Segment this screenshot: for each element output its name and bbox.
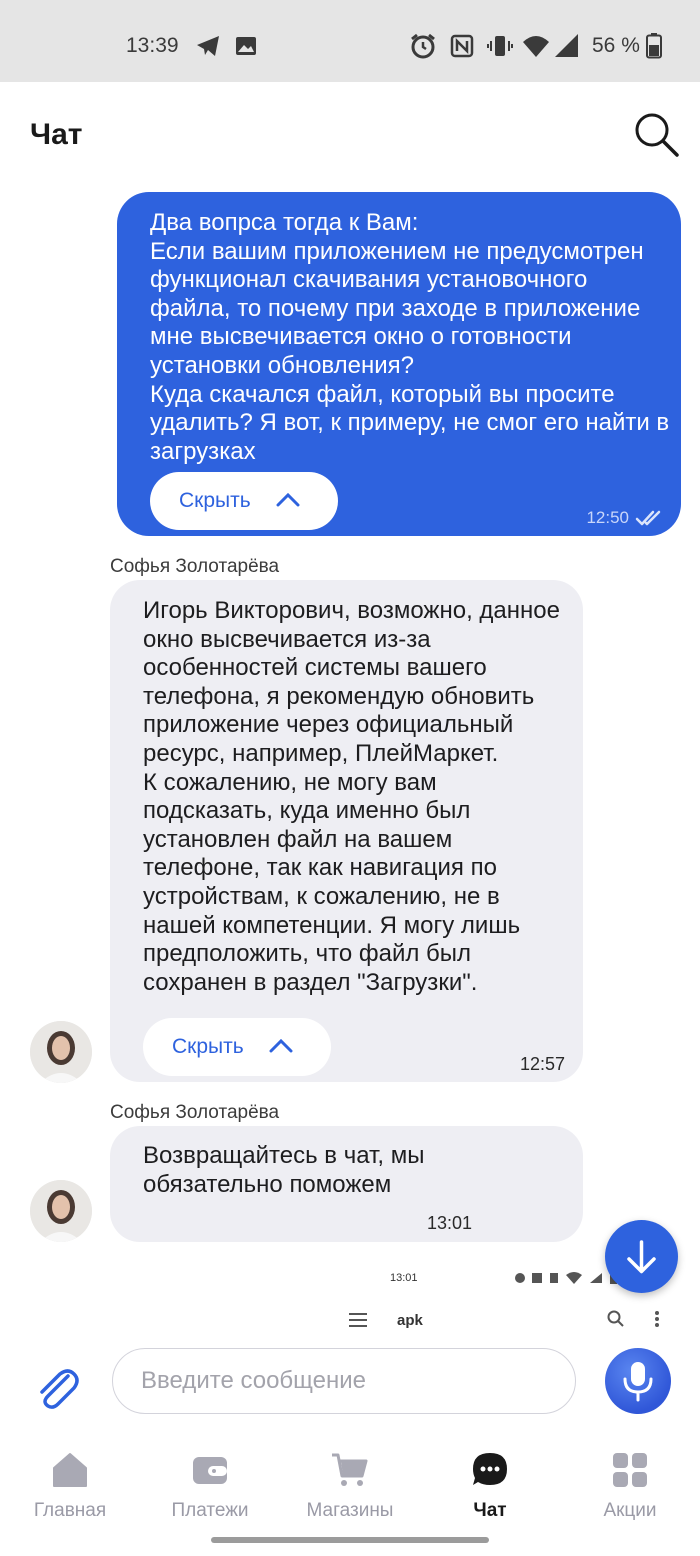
telegram-icon xyxy=(197,36,219,56)
wifi-icon xyxy=(523,36,549,57)
microphone-button[interactable] xyxy=(605,1348,671,1414)
chat-icon xyxy=(473,1453,507,1485)
preview-title: apk xyxy=(397,1312,423,1329)
microphone-icon xyxy=(623,1362,653,1402)
preview-search-icon xyxy=(607,1310,624,1327)
hide-label: Скрыть xyxy=(179,489,251,512)
more-icon xyxy=(655,1311,659,1327)
status-time: 13:39 xyxy=(126,34,179,57)
arrow-down-icon xyxy=(627,1240,656,1274)
menu-icon xyxy=(349,1313,367,1327)
home-indicator[interactable] xyxy=(211,1537,489,1543)
message-text: Игорь Викторович, возможно, данное окно … xyxy=(143,597,560,996)
alarm-icon xyxy=(411,33,435,59)
search-button[interactable] xyxy=(632,110,680,158)
message-input[interactable] xyxy=(112,1348,576,1414)
message-composer xyxy=(0,1340,700,1430)
sender-name: Софья Золотарёва xyxy=(110,1102,280,1123)
avatar-photo xyxy=(30,1180,92,1242)
nav-label: Чат xyxy=(473,1500,507,1521)
nav-item-promos[interactable]: Акции xyxy=(560,1430,700,1530)
nav-item-stores[interactable]: Магазины xyxy=(280,1430,420,1530)
battery-icon xyxy=(646,33,662,59)
vibrate-icon xyxy=(487,36,513,56)
nav-item-payments[interactable]: Платежи xyxy=(140,1430,280,1530)
paperclip-icon xyxy=(40,1369,79,1409)
preview-time: 13:01 xyxy=(390,1272,418,1284)
nfc-icon xyxy=(450,34,474,58)
message-time: 12:57 xyxy=(520,1054,566,1074)
message-text: Возвращайтесь в чат, мы обязательно помо… xyxy=(143,1142,432,1198)
message-time: 12:50 xyxy=(586,508,629,527)
incoming-message[interactable]: Игорь Викторович, возможно, данное окно … xyxy=(110,580,583,1082)
nav-item-home[interactable]: Главная xyxy=(0,1430,140,1530)
attach-button[interactable] xyxy=(32,1362,82,1412)
chevron-up-icon xyxy=(276,492,300,507)
incoming-message[interactable]: Возвращайтесь в чат, мы обязательно помо… xyxy=(110,1126,583,1242)
avatar-photo xyxy=(30,1021,92,1083)
message-time: 13:01 xyxy=(427,1213,473,1233)
hide-button[interactable]: Скрыть xyxy=(150,472,338,530)
nav-label: Главная xyxy=(33,1500,107,1521)
search-icon xyxy=(635,113,679,157)
message-text: Два вопрса тогда к Вам: Если вашим прило… xyxy=(150,209,670,465)
page-title: Чат xyxy=(30,118,83,151)
status-bar: 13:39 56 % xyxy=(0,0,700,82)
cart-icon xyxy=(332,1453,368,1486)
hide-label: Скрыть xyxy=(172,1035,244,1058)
signal-icon xyxy=(555,34,578,57)
avatar[interactable] xyxy=(30,1180,92,1242)
chevron-up-icon xyxy=(269,1038,293,1053)
home-icon xyxy=(53,1453,87,1487)
outgoing-message[interactable]: Два вопрса тогда к Вам: Если вашим прило… xyxy=(117,192,681,536)
wallet-icon xyxy=(193,1457,227,1484)
sender-name: Софья Золотарёва xyxy=(110,556,280,577)
nav-label: Платежи xyxy=(171,1500,249,1521)
nav-label: Акции xyxy=(603,1500,657,1521)
grid-icon xyxy=(613,1453,647,1487)
double-check-icon xyxy=(635,510,661,526)
nav-item-chat[interactable]: Чат xyxy=(420,1430,560,1530)
hide-button[interactable]: Скрыть xyxy=(143,1018,331,1076)
battery-percent: 56 % xyxy=(592,34,640,57)
gallery-icon xyxy=(236,37,256,55)
nav-label: Магазины xyxy=(306,1500,394,1521)
scroll-down-button[interactable] xyxy=(605,1220,678,1293)
avatar[interactable] xyxy=(30,1021,92,1083)
